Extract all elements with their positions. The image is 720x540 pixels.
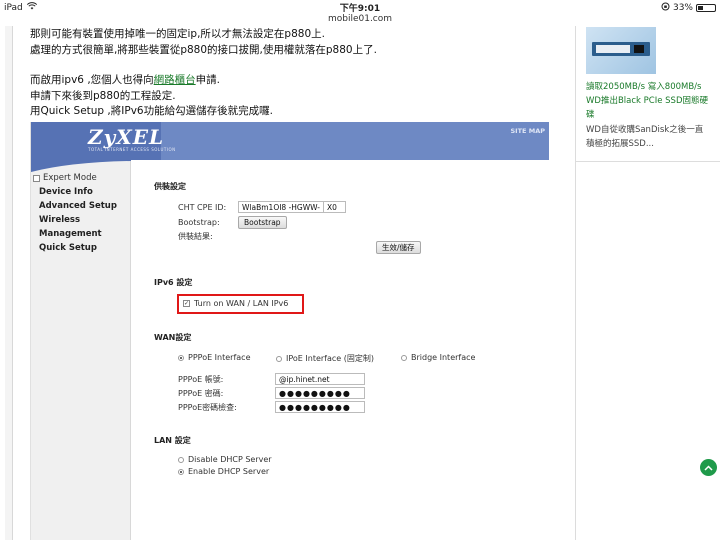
sidebar-article-desc: WD自從收購SanDisk之後一直積極的拓展SSD... [586, 125, 704, 149]
nav-advanced-setup[interactable]: Advanced Setup [33, 199, 117, 213]
pppoe-option-label: PPPoE Interface [188, 353, 251, 362]
article-line: 那則可能有裝置使用掉唯一的固定ip,所以才無法設定在p880上. [30, 28, 325, 40]
ipv6-title: IPv6 設定 [154, 278, 193, 287]
battery-percent: 33% [672, 3, 693, 13]
cpe-id-suffix[interactable]: X0 [324, 201, 346, 213]
counter-link[interactable]: 網路櫃台 [154, 74, 196, 86]
pppoe-account-label: PPPoE 帳號: [178, 374, 224, 384]
ipoe-option-label: IPoE Interface (固定制) [286, 354, 374, 363]
battery-level [698, 6, 704, 10]
pppoe-confirm-input[interactable]: ●●●●●●●●● [275, 401, 365, 413]
clock: 下午9:01 [339, 4, 381, 14]
sidebar-divider [575, 26, 576, 540]
ipv6-checkbox-label: Turn on WAN / LAN IPv6 [194, 299, 289, 308]
pppoe-password-input[interactable]: ●●●●●●●●● [275, 387, 365, 399]
bootstrap-label: Bootstrap: [178, 218, 220, 227]
status-bar: iPad 下午9:01 33% [0, 0, 720, 14]
provision-result-label: 供裝結果: [178, 232, 213, 241]
article-line: 而啟用ipv6 ,您個人也得向網路櫃台申請. [30, 74, 220, 86]
bridge-radio[interactable] [401, 354, 407, 361]
disable-dhcp-label: Disable DHCP Server [188, 455, 272, 464]
wan-title: WAN設定 [154, 333, 192, 342]
rotation-lock-icon [661, 2, 670, 14]
article-thumbnail[interactable] [586, 27, 656, 74]
pppoe-account-input[interactable]: @ip.hinet.net [275, 373, 365, 385]
pppoe-radio[interactable] [178, 354, 184, 361]
page-gutter [5, 26, 12, 540]
article-line: 申請下來後到p880的工程設定. [30, 89, 176, 102]
cpe-id-label: CHT CPE ID: [178, 202, 227, 212]
zyxel-logo: ZyXEL [88, 125, 165, 149]
ssd-image [592, 42, 650, 56]
router-screenshot: ZyXEL TOTAL INTERNET ACCESS SOLUTION SIT… [30, 122, 549, 540]
article-line: 處理的方式很簡單,將那些裝置從p880的接口拔開,使用權就落在p880上了. [30, 43, 377, 56]
disable-dhcp-radio[interactable] [178, 456, 184, 463]
zyxel-header: ZyXEL TOTAL INTERNET ACCESS SOLUTION SIT… [31, 122, 549, 160]
bridge-option-label: Bridge Interface [411, 353, 476, 362]
article-line: 用Quick Setup ,將IPv6功能給勾選儲存後就完成囉. [30, 105, 273, 117]
enable-dhcp-label: Enable DHCP Server [188, 467, 270, 476]
pppoe-confirm-label: PPPoE密碼檢查: [178, 402, 237, 412]
site-map-link[interactable]: SITE MAP [511, 127, 546, 135]
enable-dhcp-radio[interactable] [178, 468, 184, 475]
battery-icon [696, 4, 716, 12]
nav-device-info[interactable]: Device Info [33, 185, 117, 199]
nav-quick-setup[interactable]: Quick Setup [33, 241, 117, 255]
ipv6-checkbox[interactable]: ✓ [183, 300, 190, 307]
address-bar[interactable]: mobile01.com [0, 14, 720, 26]
lan-title: LAN 設定 [154, 436, 191, 445]
expert-mode-checkbox[interactable] [33, 174, 40, 182]
ipoe-radio[interactable] [276, 355, 282, 362]
cpe-id-field[interactable]: WlaBm1OI8 -HGWW- [238, 201, 324, 213]
zyxel-tagline: TOTAL INTERNET ACCESS SOLUTION [88, 147, 176, 152]
provision-title: 供裝設定 [154, 182, 186, 191]
nav-wireless[interactable]: Wireless [33, 213, 117, 227]
article-body: 那則可能有裝置使用掉唯一的固定ip,所以才無法設定在p880上. 處理的方式很簡… [30, 27, 570, 120]
sidebar-article-title[interactable]: 讀取2050MB/s 寫入800MB/s WD推出Black PCIe SSD固… [586, 80, 711, 122]
chevron-up-icon[interactable] [700, 459, 717, 476]
router-nav: Expert Mode Device Info Advanced Setup W… [33, 171, 117, 255]
page-left-divider [12, 26, 13, 540]
nav-management[interactable]: Management [33, 227, 117, 241]
apply-save-button[interactable]: 生效/儲存 [376, 241, 421, 254]
pppoe-password-label: PPPoE 密碼: [178, 388, 224, 398]
expert-mode-toggle[interactable]: Expert Mode [33, 171, 117, 185]
sidebar-item-divider [576, 161, 720, 162]
bootstrap-button[interactable]: Bootstrap [238, 216, 287, 229]
